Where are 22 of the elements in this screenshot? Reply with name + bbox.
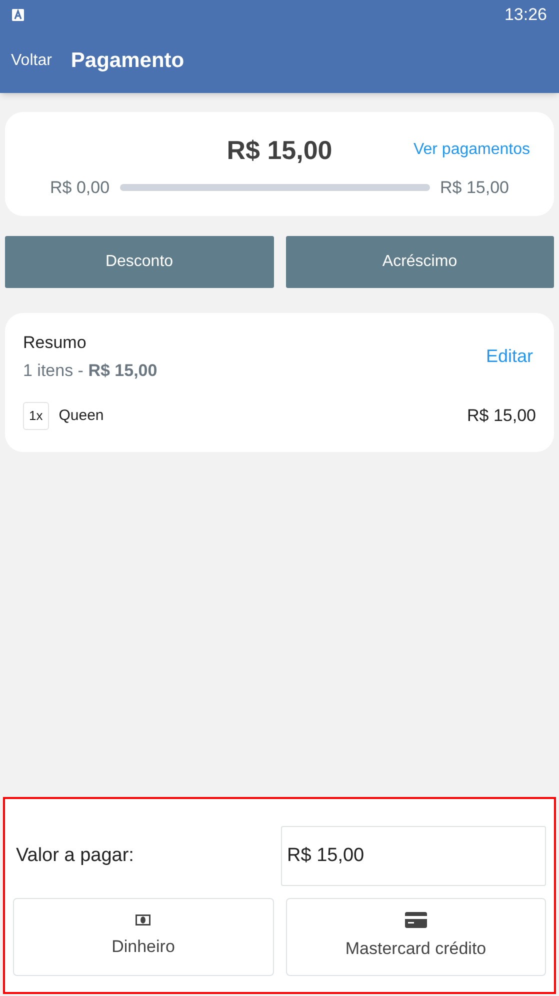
- banknote-icon: [135, 914, 152, 926]
- item-name: Queen: [58, 406, 104, 426]
- back-button[interactable]: Voltar: [11, 48, 52, 72]
- action-button[interactable]: Desconto: [5, 236, 274, 288]
- item-price: R$ 15,00: [467, 405, 536, 427]
- credit-card-icon: [404, 912, 427, 928]
- progress-min-label: R$ 0,00: [50, 177, 110, 199]
- payment-method-button[interactable]: Dinheiro: [13, 898, 274, 976]
- app-notification-icon: [12, 9, 24, 21]
- amount-due-label: Valor a pagar:: [15, 844, 135, 868]
- summary-title: Resumo: [23, 332, 88, 354]
- action-button[interactable]: Acréscimo: [286, 236, 554, 288]
- amount-input[interactable]: R$ 15,00: [281, 826, 546, 886]
- view-payments-link[interactable]: Ver pagamentos: [413, 138, 530, 162]
- payment-method-button[interactable]: Mastercard crédito: [286, 898, 546, 976]
- edit-link[interactable]: Editar: [486, 343, 533, 370]
- summary-subtitle: 1 itens - R$ 15,00: [23, 360, 158, 382]
- quantity-badge: 1x: [23, 402, 49, 430]
- progress-max-label: R$ 15,00: [440, 177, 509, 199]
- screen-title: Pagamento: [70, 48, 184, 74]
- total-amount: R$ 15,00: [226, 134, 332, 166]
- clock-time: 13:26: [504, 4, 547, 26]
